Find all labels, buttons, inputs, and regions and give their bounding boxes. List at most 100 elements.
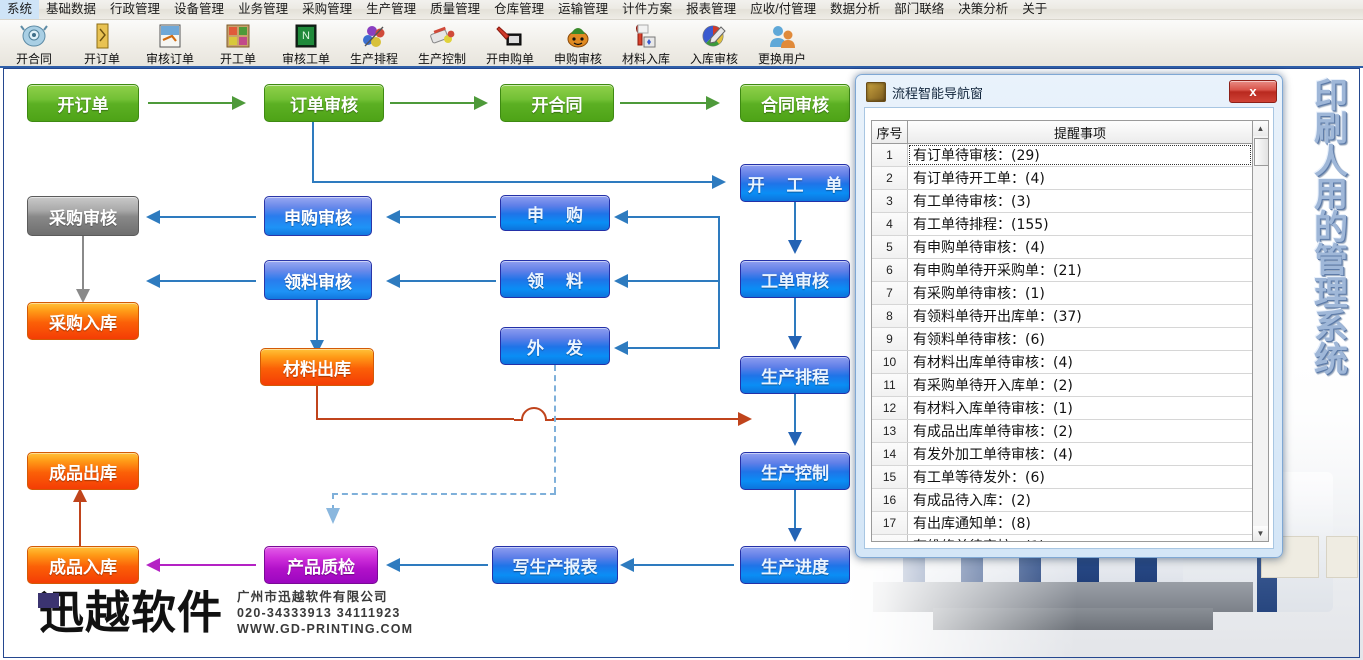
node-purchase-stock-in[interactable]: 采购入库 [27,302,139,340]
menu-item-12[interactable]: 应收/付管理 [743,0,823,19]
menu-item-16[interactable]: 关于 [1015,0,1054,19]
arrowhead [706,96,720,110]
node-open-order[interactable]: 开订单 [27,84,139,122]
menu-item-5[interactable]: 采购管理 [295,0,359,19]
reminder-row[interactable]: 16 有成品待入库：(2) [872,489,1252,512]
audit-work-order-icon: N [291,22,321,50]
arrowhead [788,528,802,542]
reminder-row[interactable]: 12 有材料入库单待审核：(1) [872,397,1252,420]
node-open-contract[interactable]: 开合同 [500,84,614,122]
reminder-row-no: 3 [872,190,908,212]
menu-item-10[interactable]: 计件方案 [615,0,679,19]
reminder-row[interactable]: 10 有材料出库单待审核：(4) [872,351,1252,374]
node-work-order-audit[interactable]: 工单审核 [740,260,850,298]
edge-orderaudit-to-contract [390,102,478,104]
reminder-row[interactable]: 17 有出库通知单：(8) [872,512,1252,535]
close-button[interactable]: x [1229,80,1277,103]
toolbar-button-2[interactable]: 审核订单 [136,20,204,67]
reminder-row[interactable]: 2 有订单待开工单：(4) [872,167,1252,190]
node-pick-audit[interactable]: 领料审核 [264,260,372,300]
node-pick-material[interactable]: 领 料 [500,260,610,298]
node-production-progress[interactable]: 生产进度 [740,546,850,584]
node-finished-stock-out[interactable]: 成品出库 [27,452,139,490]
reminder-row-text: 有出库通知单：(8) [913,516,1031,532]
reminder-row[interactable]: 11 有采购单待开入库单：(2) [872,374,1252,397]
material-in-icon [631,22,661,50]
menu-item-14[interactable]: 部门联络 [887,0,951,19]
node-production-control[interactable]: 生产控制 [740,452,850,490]
menu-item-4[interactable]: 业务管理 [231,0,295,19]
reminder-row[interactable]: 3 有工单待审核：(3) [872,190,1252,213]
menu-item-7[interactable]: 质量管理 [423,0,487,19]
menu-item-9[interactable]: 运输管理 [551,0,615,19]
arrowhead [386,558,400,572]
toolbar-button-11[interactable]: 更换用户 [748,20,816,67]
menu-item-15[interactable]: 决策分析 [951,0,1015,19]
requisition-audit-icon [563,22,593,50]
reminder-row[interactable]: 1 有订单待审核：(29) [872,144,1252,167]
scrollbar-thumb[interactable] [1254,138,1269,166]
reminder-row[interactable]: 18有维修单待审核：(1) [872,535,1252,541]
toolbar-button-3[interactable]: 开工单 [204,20,272,67]
toolbar-button-9[interactable]: 材料入库 [612,20,680,67]
node-material-stock-out[interactable]: 材料出库 [260,348,374,386]
toolbar-button-label: 生产排程 [349,52,398,66]
reminder-row[interactable]: 13 有成品出库单待审核：(2) [872,420,1252,443]
menu-item-1[interactable]: 基础数据 [39,0,103,19]
toolbar-button-10[interactable]: 入库审核 [680,20,748,67]
node-write-production-report[interactable]: 写生产报表 [492,546,618,584]
reminder-row[interactable]: 9 有领料单待审核：(6) [872,328,1252,351]
reminder-row[interactable]: 5 有申购单待审核：(4) [872,236,1252,259]
reminder-row-no: 6 [872,259,908,281]
slogan-char-4: 的 [1314,208,1348,248]
toolbar-button-7[interactable]: 开申购单 [476,20,544,67]
dialog-title-bar[interactable]: 流程智能导航窗 x [858,77,1280,107]
edge-workorderaudit-branch-v [718,216,720,282]
grid-scrollbar[interactable]: ▲ ▼ [1252,120,1269,542]
node-product-inspect[interactable]: 产品质检 [264,546,378,584]
toolbar-button-1[interactable]: 开订单 [68,20,136,67]
reminder-row-no: 13 [872,420,908,442]
reminder-row-no: 17 [872,512,908,534]
reminder-row[interactable]: 15 有工单等待发外：(6) [872,466,1252,489]
node-open-work-order[interactable]: 开 工 单 [740,164,850,202]
reminder-row-no: 9 [872,328,908,350]
menu-item-8[interactable]: 仓库管理 [487,0,551,19]
toolbar-button-5[interactable]: 生产排程 [340,20,408,67]
menu-item-2[interactable]: 行政管理 [103,0,167,19]
menu-item-3[interactable]: 设备管理 [167,0,231,19]
reminder-row[interactable]: 4 有工单待排程：(155) [872,213,1252,236]
node-finished-stock-in[interactable]: 成品入库 [27,546,139,584]
reminder-row-text: 有领料单待开出库单：(37) [913,309,1082,325]
scroll-down-icon[interactable]: ▼ [1253,526,1268,541]
node-order-audit[interactable]: 订单审核 [264,84,384,122]
node-requisition-audit[interactable]: 申购审核 [264,196,372,236]
node-outsource[interactable]: 外 发 [500,327,610,365]
reminder-row[interactable]: 14 有发外加工单待审核：(4) [872,443,1252,466]
reminder-row[interactable]: 6 有申购单待开采购单：(21) [872,259,1252,282]
node-purchase-audit[interactable]: 采购审核 [27,196,139,236]
node-production-schedule[interactable]: 生产排程 [740,356,850,394]
schedule-icon [359,22,389,50]
menu-item-0[interactable]: 系统 [0,0,40,19]
node-requisition[interactable]: 申 购 [500,195,610,231]
reminder-row-text: 有订单待开工单：(4) [913,171,1045,187]
toolbar-button-6[interactable]: 生产控制 [408,20,476,67]
arrowhead [146,210,160,224]
edge-materialout-right-2 [552,418,742,420]
reminder-row[interactable]: 8 有领料单待开出库单：(37) [872,305,1252,328]
toolbar-button-0[interactable]: 开合同 [0,20,68,67]
toolbar-button-4[interactable]: N 审核工单 [272,20,340,67]
menu-item-11[interactable]: 报表管理 [679,0,743,19]
reminder-row[interactable]: 7 有采购单待审核：(1) [872,282,1252,305]
menu-bar: 系统 基础数据 行政管理 设备管理 业务管理 采购管理 生产管理 质量管理 仓库管理 运输管理 计件… [0,0,1363,20]
menu-item-6[interactable]: 生产管理 [359,0,423,19]
edge-contract-to-contractaudit [620,102,710,104]
arrowhead [788,240,802,254]
company-name: 广州市迅越软件有限公司 [237,590,388,604]
scroll-up-icon[interactable]: ▲ [1253,121,1268,136]
toolbar-button-8[interactable]: 申购审核 [544,20,612,67]
node-contract-audit[interactable]: 合同审核 [740,84,850,122]
menu-item-13[interactable]: 数据分析 [823,0,887,19]
toolbar: 开合同 开订单 审核订单 开工单 N 审核工单 生产排程 生产控制 开申购单 申购审核 材料入库 入库… [0,20,1363,68]
